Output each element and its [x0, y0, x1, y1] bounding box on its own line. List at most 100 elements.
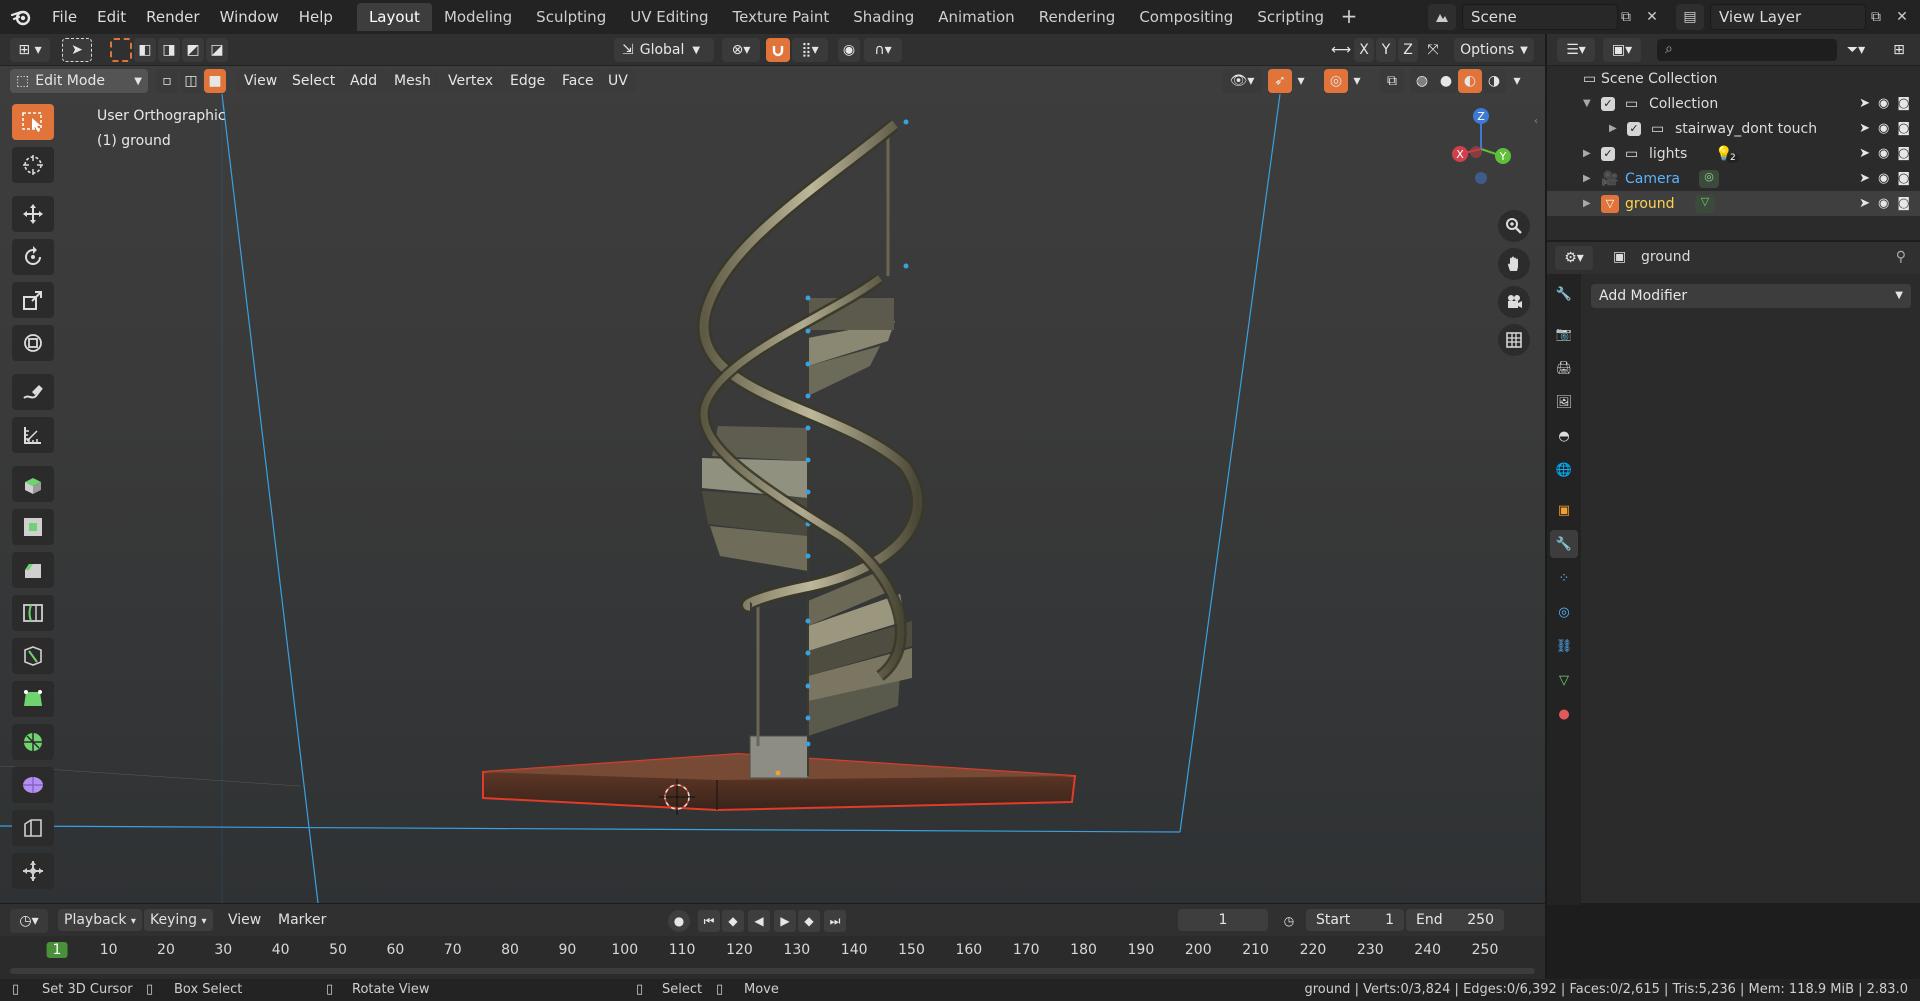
add-modifier-dropdown[interactable]: Add Modifier ▼ [1591, 284, 1911, 308]
mirror-z-button[interactable]: Z [1398, 38, 1418, 62]
tab-scripting[interactable]: Scripting [1245, 3, 1336, 31]
camera-render-icon[interactable]: ◙ [1897, 146, 1910, 161]
select-arrow-icon[interactable]: ➤ [1859, 171, 1870, 186]
checkbox-icon[interactable]: ✓ [1601, 146, 1615, 161]
jump-end-icon[interactable]: ⏭ [824, 910, 846, 932]
rendered-shading-icon[interactable]: ◑ [1482, 69, 1506, 93]
move-tool-icon[interactable] [12, 196, 54, 232]
outliner-editor-type-icon[interactable]: ☰▾ [1557, 38, 1595, 62]
proportional-edit-icon[interactable]: ◉ [838, 38, 860, 62]
mirror-icon[interactable]: ⟷ [1330, 38, 1352, 62]
pivot-point-icon[interactable]: ⊗▾ [722, 38, 760, 62]
mode-intersect-icon[interactable]: ◪ [206, 38, 228, 62]
select-arrow-icon[interactable]: ➤ [1859, 196, 1870, 211]
display-mode-icon[interactable]: ▣▾ [1603, 38, 1641, 62]
tab-shading[interactable]: Shading [841, 3, 926, 31]
eye-icon[interactable]: ◉ [1878, 121, 1889, 136]
current-frame-field[interactable]: 1 [1178, 909, 1268, 931]
prev-keyframe-icon[interactable]: ◆ [722, 910, 744, 932]
eye-icon[interactable]: ◉ [1878, 196, 1889, 211]
object-tab-icon[interactable]: ▣ [1550, 496, 1578, 524]
outliner-row-collection[interactable]: ▼ ✓ ▭ Collection ➤ ◉ ◙ [1547, 91, 1920, 116]
3d-viewport[interactable]: ⬚ Edit Mode ▼ ▫ ◫ ■ View Select Add Mesh… [0, 66, 1545, 903]
extrude-tool-icon[interactable] [12, 466, 54, 502]
viewport-menu-vertex[interactable]: Vertex [440, 70, 502, 92]
zoom-icon[interactable] [1498, 210, 1530, 242]
ortho-grid-icon[interactable] [1498, 324, 1530, 356]
mode-new-icon[interactable] [110, 38, 132, 62]
menu-window[interactable]: Window [210, 0, 289, 34]
properties-editor-type-icon[interactable]: ⚙▾ [1555, 246, 1593, 270]
loop-cut-tool-icon[interactable] [12, 595, 54, 631]
transform-tool-icon[interactable] [12, 325, 54, 361]
snap-target-icon[interactable]: ⣿▾ [792, 38, 828, 62]
outliner-search-input[interactable]: ⌕ [1657, 39, 1837, 61]
timeline-scrollbar[interactable] [10, 968, 1535, 974]
smooth-tool-icon[interactable] [12, 767, 54, 803]
select-arrow-icon[interactable]: ➤ [1859, 146, 1870, 161]
mesh-data-icon[interactable]: ▽ [1695, 194, 1715, 213]
clock-icon[interactable]: ◷ [1278, 910, 1300, 932]
output-tab-icon[interactable]: 🖨 [1550, 354, 1578, 382]
chevron-down-icon[interactable]: ▾ [1292, 69, 1310, 93]
tab-rendering[interactable]: Rendering [1027, 3, 1128, 31]
camera-render-icon[interactable]: ◙ [1897, 96, 1910, 111]
menu-render[interactable]: Render [136, 0, 209, 34]
viewport-menu-view[interactable]: View [236, 70, 286, 92]
vertex-select-icon[interactable]: ▫ [156, 69, 178, 93]
new-view-layer-icon[interactable]: ⧉ [1862, 4, 1890, 30]
gizmo-toggle-icon[interactable]: ➶ [1268, 69, 1292, 93]
overlays-toggle-icon[interactable]: ◎ [1324, 69, 1348, 93]
pan-hand-icon[interactable] [1498, 248, 1530, 280]
scene-selector[interactable]: Scene [1462, 4, 1618, 30]
expand-arrow-icon[interactable]: ▶ [1609, 123, 1617, 134]
timeline-view-menu[interactable]: View [222, 909, 267, 931]
tab-uv-editing[interactable]: UV Editing [618, 3, 720, 31]
viewport-menu-add[interactable]: Add [342, 70, 386, 92]
timeline-editor-type-icon[interactable]: ◷▾ [10, 909, 48, 933]
rotate-tool-icon[interactable] [12, 239, 54, 275]
modifiers-tab-icon[interactable]: 🔧 [1550, 530, 1578, 558]
menu-file[interactable]: File [42, 0, 87, 34]
filter-icon[interactable]: ⏷▾ [1837, 38, 1875, 62]
tab-compositing[interactable]: Compositing [1127, 3, 1245, 31]
viewport-menu-face[interactable]: Face [554, 70, 602, 92]
annotate-tool-icon[interactable] [12, 374, 54, 410]
outliner-row-lights[interactable]: ▶ ✓ ▭ lights 💡 2 ➤ ◉ ◙ [1547, 141, 1920, 166]
scale-tool-icon[interactable] [12, 282, 54, 318]
view-layer-selector[interactable]: View Layer [1710, 4, 1866, 30]
viewport-menu-uv[interactable]: UV [600, 70, 636, 92]
visibility-icon[interactable]: 👁▾ [1222, 69, 1262, 93]
render-tab-icon[interactable]: 📷 [1550, 320, 1578, 348]
select-arrow-icon[interactable]: ➤ [1859, 121, 1870, 136]
tool-tab-icon[interactable]: 🔧 [1550, 280, 1578, 308]
chevron-down-icon[interactable]: ▾ [1348, 69, 1366, 93]
outliner-row-scene-collection[interactable]: ▭ Scene Collection [1547, 66, 1920, 91]
wireframe-shading-icon[interactable]: ◍ [1410, 69, 1434, 93]
playback-menu[interactable]: Playback ▾ [58, 909, 142, 931]
shrink-fatten-tool-icon[interactable] [12, 853, 54, 889]
next-keyframe-icon[interactable]: ◆ [798, 910, 820, 932]
material-shading-icon[interactable]: ◐ [1458, 69, 1482, 93]
new-collection-icon[interactable]: ⊞ [1887, 38, 1911, 62]
solid-shading-icon[interactable]: ● [1434, 69, 1458, 93]
mode-subtract-icon[interactable]: ◨ [158, 38, 180, 62]
pin-icon[interactable]: ⚲ [1896, 249, 1906, 265]
sidebar-toggle-icon[interactable]: ‹ [1534, 116, 1544, 130]
camera-data-icon[interactable]: ◎ [1699, 169, 1719, 188]
navigation-gizmo[interactable]: Z Y X [1436, 104, 1526, 194]
physics-tab-icon[interactable]: ◎ [1550, 598, 1578, 626]
mode-extend-icon[interactable]: ◧ [134, 38, 156, 62]
camera-render-icon[interactable]: ◙ [1897, 121, 1910, 136]
play-reverse-icon[interactable]: ◀ [748, 910, 770, 932]
chevron-down-icon[interactable]: ▾ [1508, 69, 1526, 93]
face-select-icon[interactable]: ■ [204, 69, 226, 93]
view-layer-tab-icon[interactable]: 🖼 [1550, 388, 1578, 416]
mesh-data-tab-icon[interactable]: ▽ [1550, 666, 1578, 694]
editor-type-icon[interactable]: ⊞ ▾ [10, 38, 50, 62]
delete-scene-icon[interactable]: ✕ [1638, 4, 1666, 30]
blender-logo-icon[interactable] [0, 0, 42, 34]
camera-render-icon[interactable]: ◙ [1897, 171, 1910, 186]
end-frame-field[interactable]: End 250 [1406, 909, 1504, 931]
particles-tab-icon[interactable]: ⁘ [1550, 564, 1578, 592]
